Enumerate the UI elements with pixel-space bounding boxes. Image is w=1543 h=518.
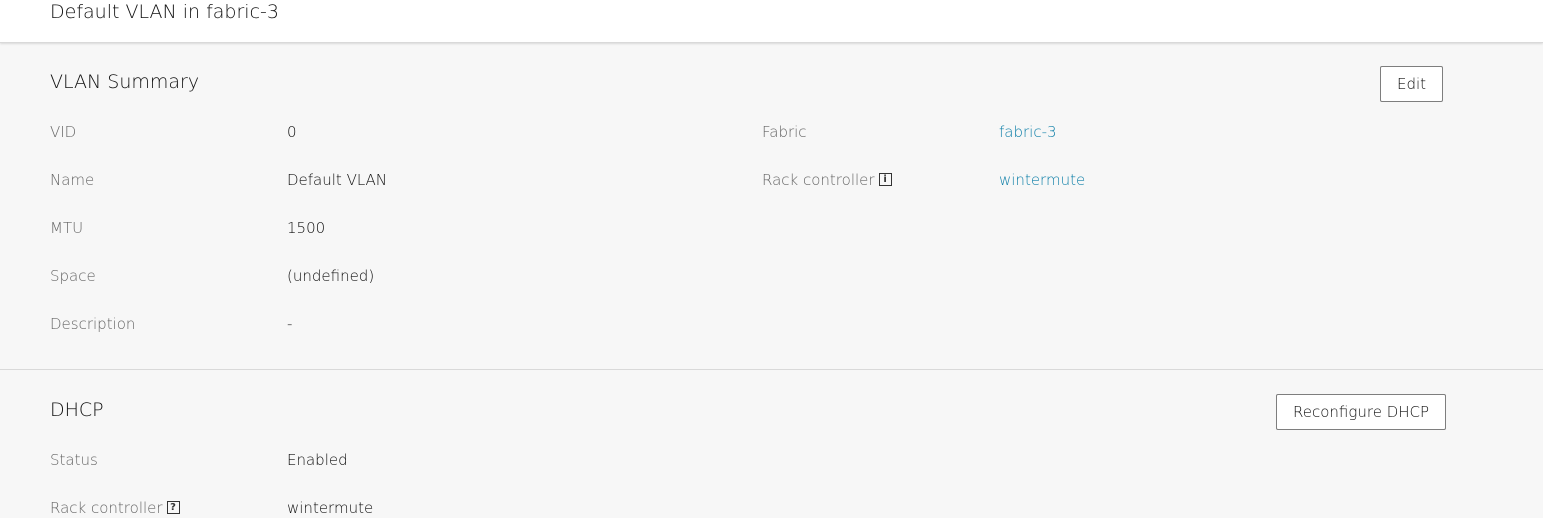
edit-button[interactable]: Edit [1380, 66, 1444, 102]
dhcp-status-value: Enabled [287, 451, 348, 469]
fabric-link[interactable]: fabric-3 [999, 122, 1057, 142]
rack-controller-label-row: Rack controller i [762, 170, 892, 190]
reconfigure-dhcp-button[interactable]: Reconfigure DHCP [1276, 394, 1447, 430]
name-label: Name [50, 171, 95, 189]
info-icon[interactable]: i [878, 173, 892, 186]
description-value: - [287, 315, 293, 333]
name-value: Default VLAN [287, 171, 388, 189]
rack-controller-label: Rack controller [762, 171, 875, 189]
mtu-label: MTU [50, 219, 84, 237]
rack-controller-link[interactable]: wintermute [999, 170, 1085, 190]
dhcp-rack-controller-label-row: Rack controller? [50, 498, 180, 518]
dhcp-rack-controller-value: wintermute [287, 499, 374, 517]
description-label: Description [50, 315, 136, 333]
fabric-label: Fabric [762, 123, 807, 141]
dhcp-title: DHCP [50, 399, 104, 421]
vid-value: 0 [287, 123, 297, 141]
vlan-summary-title: VLAN Summary [50, 71, 200, 93]
page-header: Default VLAN in fabric-3 [0, 0, 1543, 43]
vid-label: VID [50, 123, 77, 141]
section-divider [0, 369, 1543, 370]
mtu-value: 1500 [287, 219, 326, 237]
help-icon[interactable]: ? [166, 501, 180, 514]
page-title: Default VLAN in fabric-3 [50, 1, 279, 23]
space-value: (undefined) [287, 267, 375, 285]
dhcp-status-label: Status [50, 451, 98, 469]
dhcp-rack-controller-label: Rack controller [50, 499, 163, 517]
space-label: Space [50, 267, 96, 285]
